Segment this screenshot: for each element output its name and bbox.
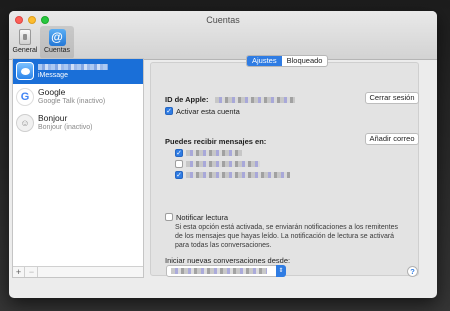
accounts-list: iMessage G Google Google Talk (inactivo)…	[12, 58, 144, 278]
toolbar-accounts-label: Cuentas	[43, 47, 71, 54]
add-account-button[interactable]: +	[13, 267, 25, 277]
remove-account-button[interactable]: −	[26, 267, 38, 277]
sign-out-button[interactable]: Cerrar sesión	[365, 92, 419, 104]
address-redacted	[186, 172, 290, 178]
address-redacted	[186, 161, 260, 167]
address-checkbox[interactable]: ✓	[175, 171, 183, 179]
title-bar: Cuentas General @ Cuentas	[9, 11, 437, 60]
bonjour-icon: ☺	[16, 114, 34, 132]
help-button[interactable]: ?	[407, 266, 418, 277]
chevron-updown-icon: ⇕	[276, 265, 286, 277]
read-receipt-description: Si esta opción está activada, se enviará…	[175, 224, 398, 249]
address-checkbox[interactable]	[175, 160, 183, 168]
add-email-button[interactable]: Añadir correo	[365, 133, 419, 145]
address-checkbox[interactable]: ✓	[175, 149, 183, 157]
receive-messages-label: Puedes recibir mensajes en:	[165, 137, 267, 146]
at-sign-icon: @	[48, 28, 66, 46]
account-row-bonjour[interactable]: ☺ Bonjour Bonjour (inactivo)	[13, 111, 143, 136]
tab-bloqueado[interactable]: Bloqueado	[282, 56, 328, 66]
tab-ajustes[interactable]: Ajustes	[247, 56, 282, 66]
toolbar-accounts[interactable]: @ Cuentas	[40, 26, 74, 59]
imessage-icon	[16, 62, 34, 80]
account-name: Bonjour	[38, 113, 68, 123]
activate-account-label: Activar esta cuenta	[176, 107, 240, 116]
google-icon: G	[16, 88, 34, 106]
account-name-redacted	[38, 61, 108, 71]
start-conversations-select[interactable]: ⇕	[166, 265, 286, 277]
account-name: Google	[38, 87, 66, 97]
apple-id-label: ID de Apple:	[165, 95, 295, 104]
account-row-google[interactable]: G Google Google Talk (inactivo)	[13, 85, 143, 110]
activate-account-checkbox[interactable]: ✓	[165, 107, 173, 115]
account-row-imessage[interactable]: iMessage	[13, 59, 143, 84]
account-service: Bonjour (inactivo)	[38, 124, 93, 131]
read-receipt-label: Notificar lectura	[176, 213, 229, 222]
apple-id-value-redacted	[214, 97, 295, 104]
toolbar-general-label: General	[12, 47, 38, 54]
read-receipt-checkbox[interactable]	[165, 213, 173, 221]
account-service: iMessage	[38, 72, 68, 79]
list-footer: + −	[13, 266, 143, 277]
address-redacted	[186, 150, 242, 156]
selected-address-redacted	[171, 268, 267, 274]
toolbar-general[interactable]: General	[11, 26, 39, 59]
start-conversations-label: Iniciar nuevas conversaciones desde:	[165, 256, 291, 265]
window-title: Cuentas	[206, 15, 240, 25]
settings-tabs: Ajustes Bloqueado	[246, 55, 329, 67]
account-service: Google Talk (inactivo)	[38, 98, 106, 105]
general-icon	[16, 28, 34, 46]
